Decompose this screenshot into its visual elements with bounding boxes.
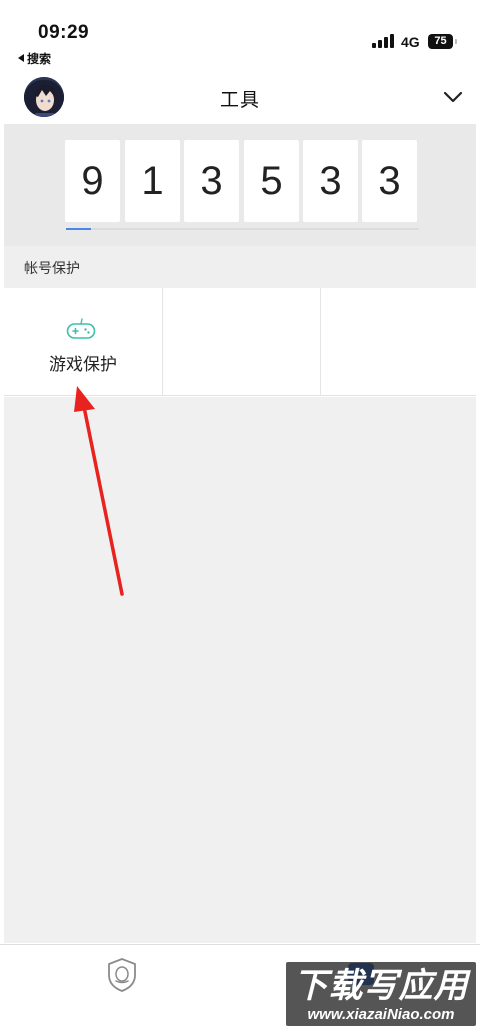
tool-label: 游戏保护 xyxy=(49,355,117,374)
network-type: 4G xyxy=(401,34,420,50)
code-countdown-fill xyxy=(66,228,91,230)
code-digit: 3 xyxy=(303,140,358,222)
battery-level: 75 xyxy=(428,34,453,49)
qq-shield-icon[interactable] xyxy=(106,957,138,993)
app-header: 工具 xyxy=(0,70,480,124)
signal-icon xyxy=(372,34,394,48)
back-to-app-link[interactable]: 搜索 xyxy=(18,50,51,67)
site-watermark: 下载写应用 www.xiazaiNiao.com xyxy=(286,962,476,1026)
tool-game-protection[interactable]: 游戏保护 xyxy=(4,288,162,396)
back-app-label: 搜索 xyxy=(27,52,52,66)
tool-empty-slot xyxy=(162,288,320,396)
section-title-account-protection: 帐号保护 xyxy=(4,246,476,288)
tool-empty-slot xyxy=(320,288,478,396)
code-digit: 3 xyxy=(184,140,239,222)
page-title: 工具 xyxy=(219,90,260,111)
gamepad-icon xyxy=(66,318,96,340)
status-bar: 09:29 搜索 4G 75 xyxy=(0,0,480,70)
back-triangle-icon xyxy=(18,54,24,62)
code-countdown-track xyxy=(66,228,419,230)
code-digit: 1 xyxy=(125,140,180,222)
status-time: 09:29 xyxy=(38,22,90,43)
verification-code-panel: 9 1 3 5 3 3 xyxy=(4,124,476,246)
chevron-down-icon[interactable] xyxy=(442,86,464,108)
content-empty-area xyxy=(4,397,476,943)
battery-icon: 75 xyxy=(428,34,458,49)
watermark-url: www.xiazaiNiao.com xyxy=(307,1006,455,1023)
watermark-title: 下载写应用 xyxy=(293,967,469,1005)
code-digit: 9 xyxy=(65,140,120,222)
code-digit: 3 xyxy=(362,140,417,222)
code-digit: 5 xyxy=(244,140,299,222)
tool-grid: 游戏保护 xyxy=(4,288,476,396)
